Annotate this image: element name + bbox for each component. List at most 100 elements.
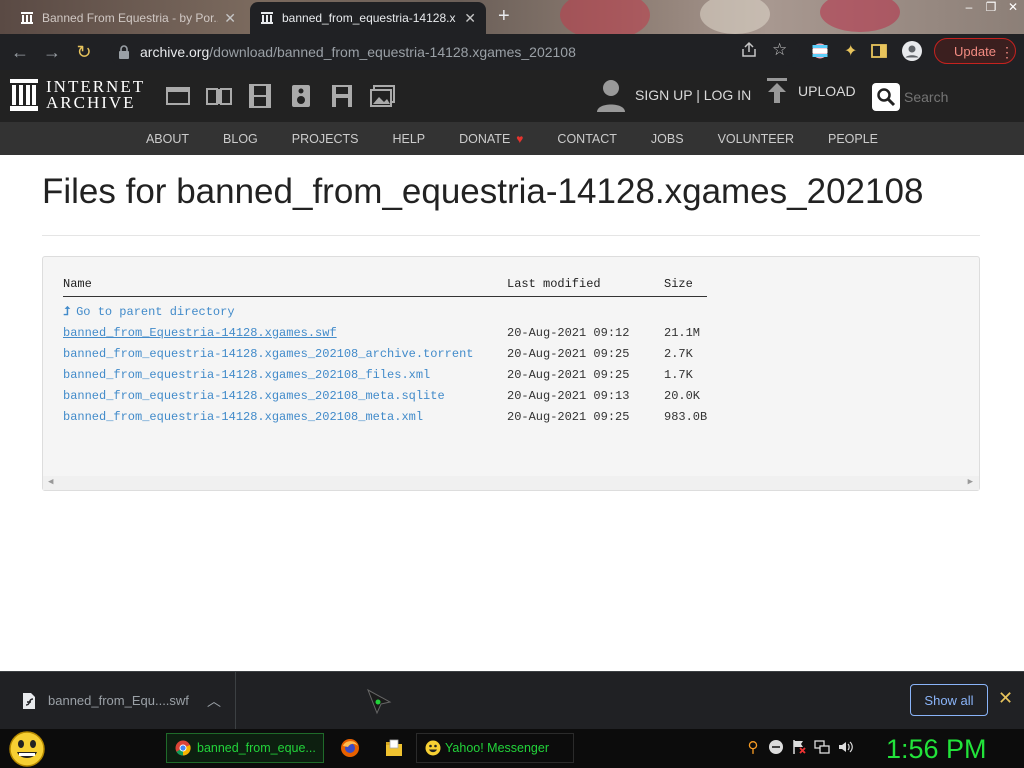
column-header-modified[interactable]: Last modified [507, 277, 664, 297]
column-header-size[interactable]: Size [664, 277, 708, 297]
file-modified: 20-Aug-2021 09:13 [507, 389, 630, 403]
nav-contact[interactable]: CONTACT [557, 132, 617, 146]
minimize-icon[interactable]: – [958, 0, 980, 16]
download-item[interactable]: banned_from_Equ....swf ︿ [0, 672, 236, 729]
scroll-left-icon[interactable]: ◀ [48, 477, 53, 487]
bookmark-star-icon[interactable]: ☆ [772, 40, 787, 60]
side-panel-icon[interactable] [871, 43, 888, 59]
show-all-button[interactable]: Show all [910, 684, 988, 716]
file-link[interactable]: banned_from_equestria-14128.xgames_20210… [63, 410, 423, 424]
back-icon[interactable]: ← [4, 36, 36, 68]
nav-volunteer[interactable]: VOLUNTEER [718, 132, 794, 146]
user-icon [597, 80, 625, 112]
taskbar-chrome-button[interactable]: banned_from_eque... [166, 733, 324, 763]
upload-icon [767, 78, 787, 103]
ia-nav: ABOUT BLOG PROJECTS HELP DONATE ♥ CONTACT… [0, 122, 1024, 155]
url-host: archive.org [140, 44, 210, 60]
window-controls: – ❐ ✕ [958, 0, 1024, 16]
nav-help[interactable]: HELP [392, 132, 425, 146]
ia-header: INTERNET ARCHIVE SIGN UP | LOG IN UPLOAD [0, 70, 1024, 122]
file-listing: Name Last modified Size ⮥ Go to parent di… [42, 256, 980, 491]
lock-icon [119, 45, 129, 59]
file-link[interactable]: banned_from_equestria-14128.xgames_20210… [63, 347, 473, 361]
address-bar[interactable]: archive.org/download/banned_from_equestr… [110, 38, 800, 66]
volume-icon[interactable] [836, 738, 854, 756]
nav-blog[interactable]: BLOG [223, 132, 258, 146]
parent-directory-link[interactable]: ⮥ Go to parent directory [63, 305, 235, 319]
share-icon[interactable] [740, 41, 758, 59]
software-floppy-icon[interactable] [328, 82, 356, 110]
address-actions: ☆ [740, 40, 787, 60]
extensions-puzzle-icon[interactable]: ✦ [844, 41, 857, 61]
ia-logo[interactable]: INTERNET ARCHIVE [10, 78, 145, 111]
table-row: banned_from_equestria-14128.xgames_20210… [63, 407, 707, 428]
nav-jobs[interactable]: JOBS [651, 132, 684, 146]
web-icon[interactable] [164, 82, 192, 110]
search-tray-icon[interactable]: ⚲ [744, 738, 762, 756]
new-tab-icon[interactable]: + [498, 6, 510, 26]
file-link[interactable]: banned_from_equestria-14128.xgames_20210… [63, 389, 445, 403]
forward-icon[interactable]: → [36, 36, 68, 68]
start-smiley-icon[interactable] [8, 731, 46, 767]
file-modified: 20-Aug-2021 09:12 [507, 326, 630, 340]
tab-title: Banned From Equestria - by Por... [42, 11, 219, 25]
profile-avatar-icon[interactable] [901, 40, 923, 62]
ia-logo-text: INTERNET ARCHIVE [46, 78, 145, 111]
network-icon[interactable] [813, 738, 831, 756]
archive-favicon-icon [21, 12, 33, 24]
signup-login[interactable]: SIGN UP | LOG IN [596, 78, 751, 112]
nav-projects[interactable]: PROJECTS [292, 132, 359, 146]
profile-flag-icon[interactable] [812, 43, 828, 59]
nav-people[interactable]: PEOPLE [828, 132, 878, 146]
extension-icons: ✦ [812, 40, 923, 62]
file-size: 2.7K [664, 347, 693, 361]
nav-about[interactable]: ABOUT [146, 132, 189, 146]
yahoo-smiley-icon [425, 740, 441, 756]
images-icon[interactable] [369, 82, 397, 110]
table-row: banned_from_equestria-14128.xgames_20210… [63, 365, 707, 386]
nav-donate[interactable]: DONATE ♥ [459, 132, 523, 146]
table-row: banned_from_equestria-14128.xgames_20210… [63, 386, 707, 407]
page-title: Files for banned_from_equestria-14128.xg… [42, 172, 924, 211]
maximize-icon[interactable]: ❐ [980, 0, 1002, 16]
firefox-icon[interactable] [340, 738, 360, 758]
window-close-icon[interactable]: ✕ [1002, 0, 1024, 16]
messenger-tray-icon[interactable] [767, 738, 785, 756]
tab-inactive[interactable]: Banned From Equestria - by Por... ✕ [10, 2, 246, 34]
taskbar-yahoo-button[interactable]: Yahoo! Messenger [416, 733, 574, 763]
close-icon[interactable]: ✕ [464, 10, 476, 27]
texts-book-icon[interactable] [205, 82, 233, 110]
tab-active[interactable]: banned_from_equestria-14128.x ✕ [250, 2, 486, 34]
table-row: banned_from_equestria-14128.xgames_20210… [63, 344, 707, 365]
media-type-icons [164, 82, 410, 110]
search-icon[interactable] [872, 83, 900, 111]
file-link[interactable]: banned_from_equestria-14128.xgames_20210… [63, 368, 430, 382]
more-menu-icon[interactable]: ⋮ [1000, 44, 1014, 61]
audio-speaker-icon[interactable] [287, 82, 315, 110]
column-header-name[interactable]: Name [63, 277, 507, 297]
taskbar-clock[interactable]: 1:56 PM [886, 734, 987, 765]
video-film-icon[interactable] [246, 82, 274, 110]
ia-search [872, 82, 1002, 112]
horizontal-scrollbar[interactable]: ◀ ▶ [43, 476, 979, 490]
file-size: 21.1M [664, 326, 701, 340]
download-shelf: banned_from_Equ....swf ︿ Show all ✕ [0, 671, 1024, 729]
parent-directory-row: ⮥ Go to parent directory [63, 297, 707, 324]
upload-label: UPLOAD [798, 83, 856, 99]
wallpaper-splash [560, 0, 650, 34]
close-icon[interactable]: ✕ [998, 688, 1013, 709]
chrome-icon [175, 740, 191, 756]
browser-toolbar: ← → ↻ archive.org/download/banned_from_e… [0, 34, 1024, 70]
taskbar-yahoo-label: Yahoo! Messenger [445, 741, 549, 755]
reload-icon[interactable]: ↻ [68, 36, 100, 68]
close-icon[interactable]: ✕ [224, 10, 236, 27]
heart-icon: ♥ [516, 131, 524, 146]
upload-link[interactable]: UPLOAD [766, 78, 856, 104]
chevron-up-icon[interactable]: ︿ [207, 691, 221, 711]
search-input[interactable] [902, 88, 996, 106]
action-center-flag-icon[interactable] [790, 738, 808, 756]
file-explorer-icon[interactable] [384, 738, 404, 758]
file-size: 20.0K [664, 389, 701, 403]
scroll-right-icon[interactable]: ▶ [968, 477, 973, 487]
file-link[interactable]: banned_from_Equestria-14128.xgames.swf [63, 326, 337, 340]
